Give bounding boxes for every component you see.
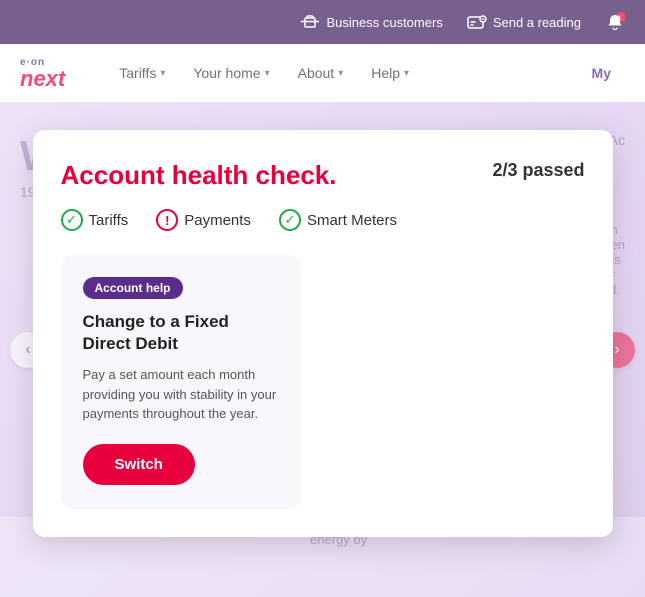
health-items-list: ✓ Tariffs ! Payments ✓ Smart Meters [61, 209, 585, 231]
payments-health-label: Payments [184, 212, 251, 229]
account-help-badge: Account help [83, 277, 183, 299]
health-check-modal: Account health check. 2/3 passed ✓ Tarif… [33, 130, 613, 537]
payments-warning-icon: ! [156, 209, 178, 231]
health-item-tariffs: ✓ Tariffs [61, 209, 129, 231]
card-description: Pay a set amount each month providing yo… [83, 365, 279, 424]
modal-title: Account health check. [61, 160, 337, 191]
switch-button[interactable]: Switch [83, 444, 195, 485]
account-help-card: Account help Change to a Fixed Direct De… [61, 255, 301, 509]
tariffs-health-label: Tariffs [89, 212, 129, 229]
modal-score: 2/3 passed [492, 160, 584, 181]
modal-header: Account health check. 2/3 passed [61, 160, 585, 191]
card-title: Change to a Fixed Direct Debit [83, 311, 279, 355]
tariffs-check-icon: ✓ [61, 209, 83, 231]
health-item-payments: ! Payments [156, 209, 251, 231]
smart-meters-health-label: Smart Meters [307, 212, 397, 229]
health-item-smart-meters: ✓ Smart Meters [279, 209, 397, 231]
modal-overlay: Account health check. 2/3 passed ✓ Tarif… [0, 0, 645, 597]
smart-meters-check-icon: ✓ [279, 209, 301, 231]
